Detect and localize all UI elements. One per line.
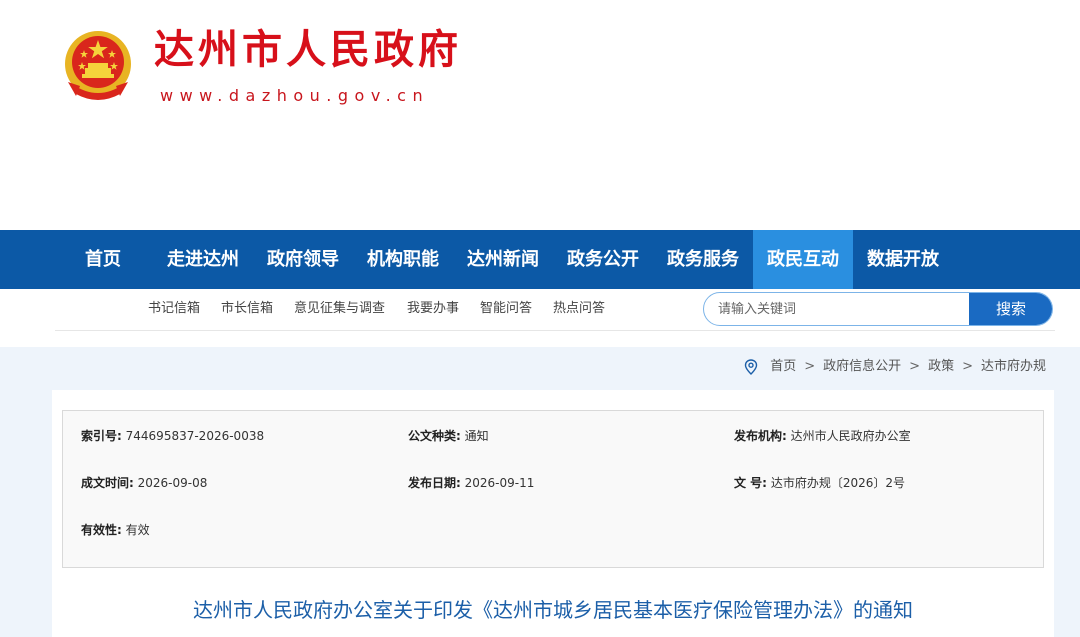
search-box: 搜索 <box>703 292 1053 326</box>
meta-validity-label: 有效性: <box>81 523 122 537</box>
breadcrumb-disclosure[interactable]: 政府信息公开 <box>823 359 901 375</box>
nav-item-interaction[interactable]: 政民互动 <box>753 230 853 289</box>
search-input[interactable] <box>704 293 969 325</box>
meta-index: 索引号: 744695837-2026-0038 <box>81 428 264 444</box>
site-title[interactable]: 达州市人民政府 <box>154 24 462 76</box>
meta-validity-value: 有效 <box>125 523 150 537</box>
sub-link-smart-qa[interactable]: 智能问答 <box>480 300 532 318</box>
sub-link-hot-qa[interactable]: 热点问答 <box>553 300 605 318</box>
main-nav: 首页 走进达州 政府领导 机构职能 达州新闻 政务公开 政务服务 政民互动 数据… <box>0 230 1080 289</box>
sub-link-mayor-mailbox[interactable]: 市长信箱 <box>221 300 273 318</box>
breadcrumb-policy[interactable]: 政策 <box>928 359 954 375</box>
nav-item-leaders[interactable]: 政府领导 <box>260 230 346 289</box>
nav-item-home[interactable]: 首页 <box>62 230 144 289</box>
site-url: www.dazhou.gov.cn <box>160 86 430 105</box>
content-area: 首页 > 政府信息公开 > 政策 > 达市府办规 索引号: 744695837-… <box>0 347 1080 637</box>
sub-link-services[interactable]: 我要办事 <box>407 300 459 318</box>
meta-validity: 有效性: 有效 <box>81 522 150 538</box>
document-metadata: 索引号: 744695837-2026-0038 公文种类: 通知 发布机构: … <box>62 410 1044 568</box>
nav-item-about[interactable]: 走进达州 <box>160 230 246 289</box>
divider <box>55 330 1055 331</box>
meta-issuer-label: 发布机构: <box>734 429 787 443</box>
site-header: 达州市人民政府 www.dazhou.gov.cn <box>0 0 1080 230</box>
breadcrumb-separator: > <box>909 359 921 374</box>
meta-docno-label: 文 号: <box>734 476 767 490</box>
meta-docno: 文 号: 达市府办规〔2026〕2号 <box>734 475 905 491</box>
national-emblem-icon[interactable] <box>58 26 138 106</box>
sub-link-opinion-survey[interactable]: 意见征集与调查 <box>294 300 385 318</box>
meta-index-value: 744695837-2026-0038 <box>125 429 265 443</box>
breadcrumb: 首页 > 政府信息公开 > 政策 > 达市府办规 <box>744 359 1046 375</box>
nav-item-services[interactable]: 政务服务 <box>660 230 746 289</box>
meta-created-label: 成文时间: <box>81 476 134 490</box>
breadcrumb-separator: > <box>804 359 816 374</box>
meta-published-value: 2026-09-11 <box>464 476 535 490</box>
nav-item-agencies[interactable]: 机构职能 <box>360 230 446 289</box>
meta-index-label: 索引号: <box>81 429 122 443</box>
document-panel: 索引号: 744695837-2026-0038 公文种类: 通知 发布机构: … <box>52 390 1054 637</box>
meta-published-label: 发布日期: <box>408 476 461 490</box>
location-pin-icon <box>745 359 758 375</box>
meta-created: 成文时间: 2026-09-08 <box>81 475 207 491</box>
document-title: 达州市人民政府办公室关于印发《达州市城乡居民基本医疗保险管理办法》的通知 <box>193 598 913 622</box>
search-button[interactable]: 搜索 <box>969 293 1052 325</box>
breadcrumb-separator: > <box>962 359 973 374</box>
sub-link-secretary-mailbox[interactable]: 书记信箱 <box>148 300 200 318</box>
nav-item-news[interactable]: 达州新闻 <box>460 230 546 289</box>
sub-nav: 书记信箱 市长信箱 意见征集与调查 我要办事 智能问答 热点问答 搜索 <box>0 289 1080 347</box>
nav-item-open-data[interactable]: 数据开放 <box>860 230 946 289</box>
meta-doctype: 公文种类: 通知 <box>408 428 489 444</box>
meta-issuer-value: 达州市人民政府办公室 <box>790 429 911 443</box>
nav-item-disclosure[interactable]: 政务公开 <box>560 230 646 289</box>
meta-created-value: 2026-09-08 <box>137 476 208 490</box>
meta-published: 发布日期: 2026-09-11 <box>408 475 534 491</box>
meta-issuer: 发布机构: 达州市人民政府办公室 <box>734 428 911 444</box>
meta-doctype-label: 公文种类: <box>408 429 461 443</box>
meta-doctype-value: 通知 <box>464 429 489 443</box>
breadcrumb-home[interactable]: 首页 <box>770 359 796 375</box>
meta-docno-value: 达市府办规〔2026〕2号 <box>770 476 905 490</box>
breadcrumb-current[interactable]: 达市府办规 <box>981 359 1046 375</box>
